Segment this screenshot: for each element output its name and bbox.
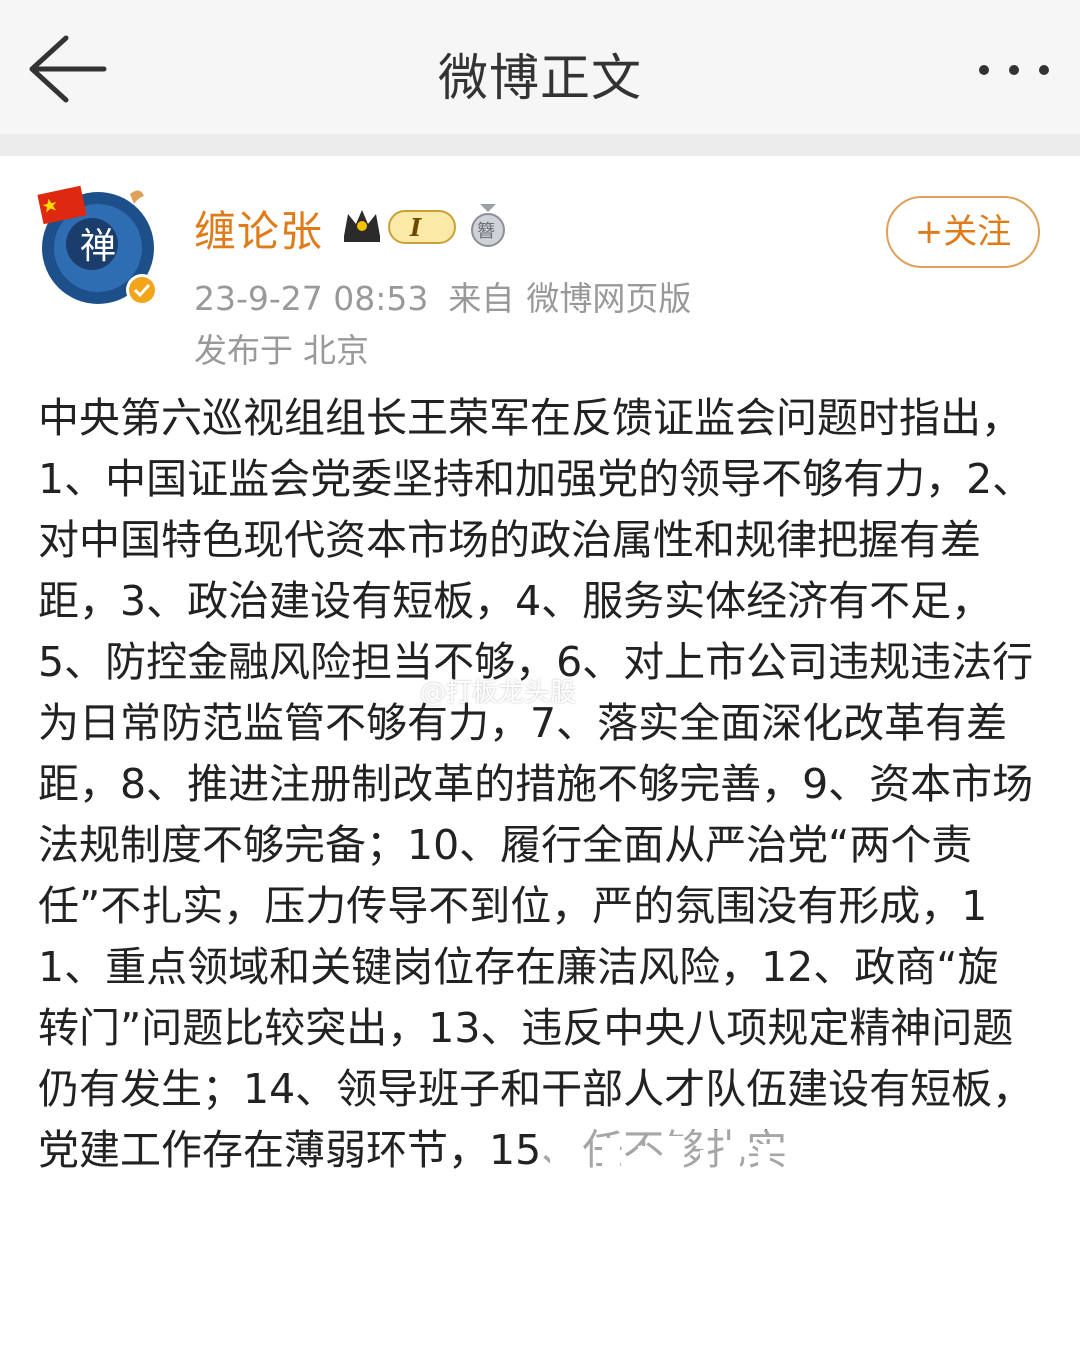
location-value: 北京 xyxy=(303,331,369,370)
post-time: 23-9-27 08:53 xyxy=(194,279,429,318)
post-meta: 23-9-27 08:53 来自 微博网页版 xyxy=(194,272,691,320)
more-dots-icon xyxy=(979,65,1049,75)
avatar-character: 禅 xyxy=(80,226,116,267)
source-label: 来自 xyxy=(448,279,515,318)
post-location: 发布于 北京 xyxy=(194,324,369,372)
avatar[interactable]: 禅 xyxy=(34,180,164,310)
username[interactable]: 缠论张 xyxy=(194,198,323,259)
redaction-overlay xyxy=(540,1130,1036,1240)
more-button[interactable] xyxy=(972,52,1056,88)
post-text: 中央第六巡视组组长王荣军在反馈证监会问题时指出，1、中国证监会党委坚持和加强党的… xyxy=(38,394,1034,1174)
watermark: @打板龙头股 xyxy=(420,678,577,708)
medal-icon: 簪 xyxy=(471,204,505,247)
section-divider xyxy=(0,134,1080,156)
vip-level-badge: I xyxy=(388,210,456,244)
top-bar: 微博正文 xyxy=(0,0,1080,134)
post-source[interactable]: 微博网页版 xyxy=(526,279,691,318)
medal-character: 簪 xyxy=(477,221,495,242)
vip-level-text: I xyxy=(409,213,422,242)
follow-button[interactable]: +关注 xyxy=(886,196,1040,268)
crown-icon xyxy=(344,210,380,242)
location-label: 发布于 xyxy=(194,331,293,370)
page-title: 微博正文 xyxy=(438,49,642,107)
